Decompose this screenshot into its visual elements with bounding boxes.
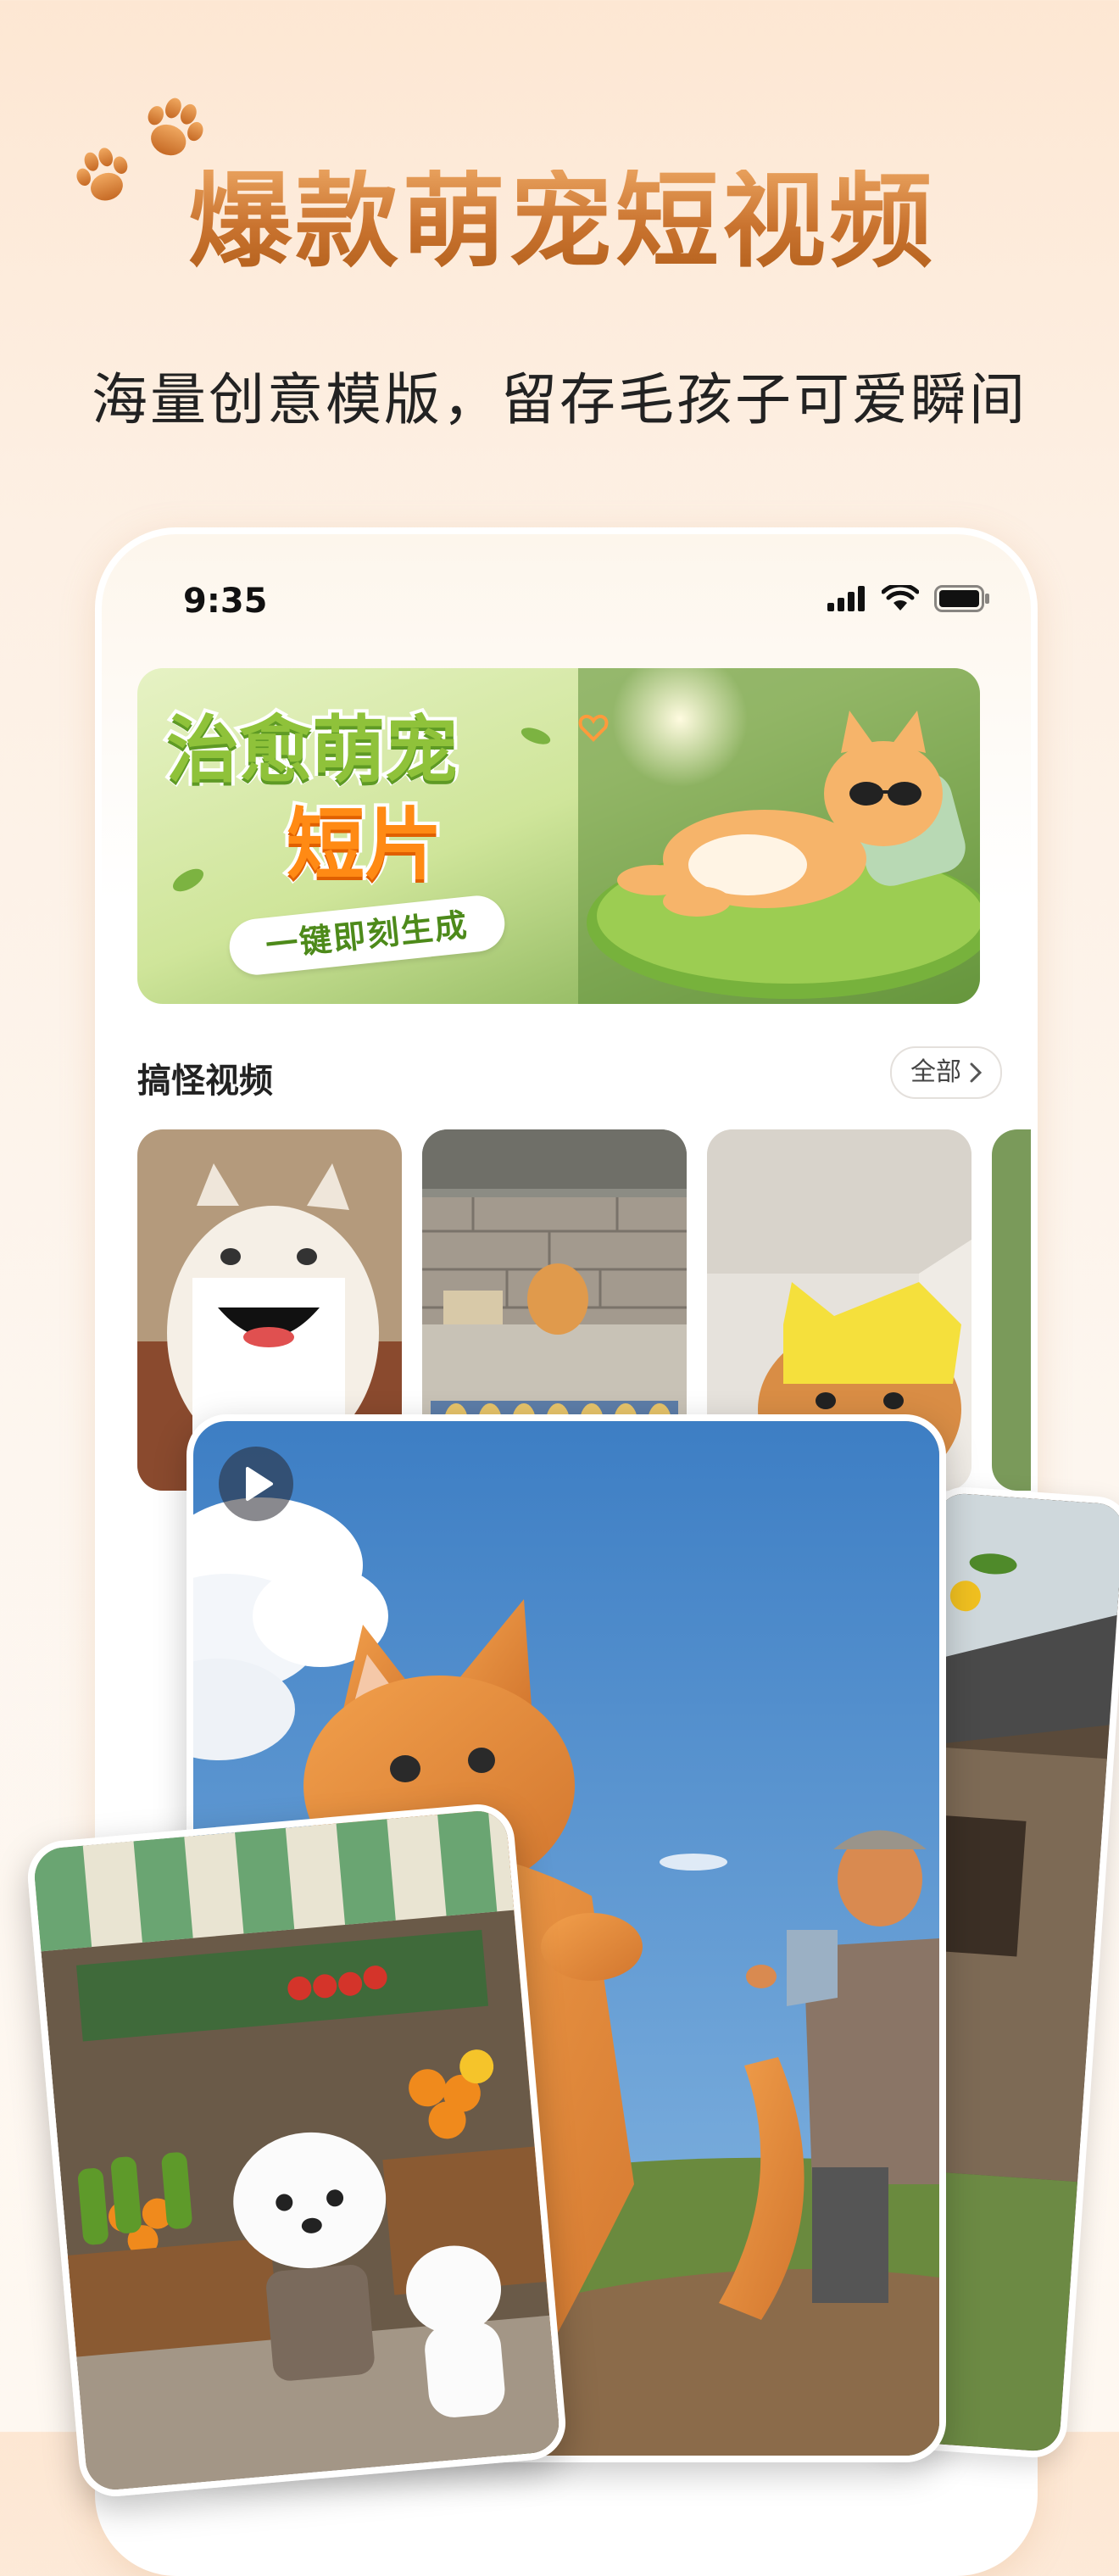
- puppies-fruit-market-image: [31, 1809, 562, 2492]
- status-time: 9:35: [183, 582, 268, 621]
- play-button[interactable]: [219, 1447, 293, 1521]
- preview-card-left[interactable]: [25, 1801, 569, 2500]
- chevron-right-icon: [970, 1062, 982, 1083]
- page-subtitle: 海量创意模版，留存毛孩子可爱瞬间: [92, 367, 1027, 432]
- play-icon: [246, 1467, 273, 1501]
- battery-icon: [934, 585, 989, 612]
- promo-banner[interactable]: 治愈萌宠 短片 一键即刻生成: [137, 668, 980, 1004]
- banner-title-line2: 短片: [283, 796, 446, 894]
- section-title: 搞怪视频: [137, 1062, 273, 1101]
- video-thumbnail[interactable]: [992, 1129, 1031, 1491]
- see-all-label: 全部: [910, 1057, 961, 1087]
- partial-thumbnail-image: [992, 1129, 1031, 1491]
- status-icons: [827, 585, 990, 612]
- see-all-button[interactable]: 全部: [890, 1046, 1002, 1099]
- cellular-signal-icon: [827, 586, 865, 611]
- banner-title-line1: 治愈萌宠: [163, 705, 461, 796]
- page-headline: 爆款萌宠短视频: [188, 170, 951, 273]
- wifi-icon: [882, 585, 919, 611]
